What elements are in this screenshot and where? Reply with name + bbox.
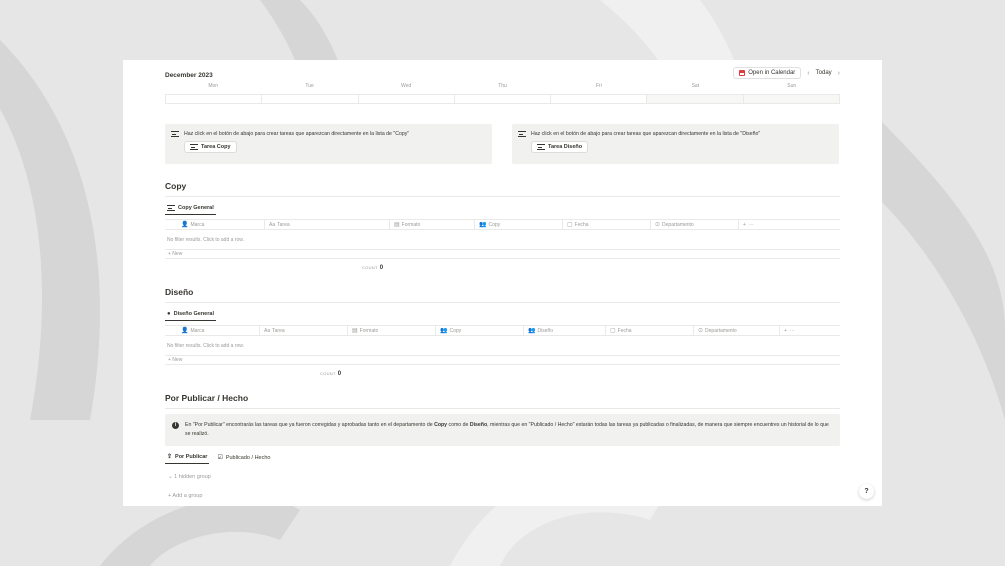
column-copy[interactable]: 👥 Copy	[475, 220, 563, 229]
diseno-view-tabs: ● Diseño General	[165, 309, 840, 321]
calendar-icon: ▢	[567, 222, 573, 228]
calendar-days: Mon Tue Wed Thu Fri Sat Sun	[165, 83, 840, 89]
tab-por-publicar[interactable]: ⇪ Por Publicar	[165, 453, 210, 464]
copy-callout-text: Haz click en el botón de abajo para crea…	[184, 131, 410, 137]
relation-icon: ⊙	[698, 328, 704, 334]
column-copy[interactable]: 👥 Copy	[436, 326, 524, 335]
design-icon	[518, 131, 526, 137]
calendar-cell[interactable]	[550, 95, 646, 103]
column-formato[interactable]: ▤ Formato	[390, 220, 475, 229]
copy-heading: Copy	[165, 181, 187, 191]
calendar-header: December 2023 Open in Calendar ‹ Today ›	[165, 67, 840, 82]
divider	[165, 302, 840, 303]
calendar-cell[interactable]	[646, 95, 743, 103]
prev-month-arrow[interactable]: ‹	[807, 70, 809, 77]
tab-copy-general[interactable]: Copy General	[165, 205, 216, 215]
copy-view-tabs: Copy General	[165, 203, 840, 215]
help-button[interactable]: ?	[859, 484, 874, 499]
diseno-empty-message[interactable]: No filter results. Click to add a row.	[167, 343, 244, 349]
calendar-cell[interactable]	[165, 95, 261, 103]
upload-icon: ⇪	[167, 454, 173, 460]
column-departamento[interactable]: ⊙ Departamento	[651, 220, 739, 229]
day-label: Mon	[208, 83, 219, 89]
calendar-grid	[165, 94, 840, 104]
diseno-count: COUNT 0	[320, 371, 342, 377]
column-tarea[interactable]: Aa Tarea	[260, 326, 348, 335]
text-icon: Aa	[269, 221, 276, 228]
column-marca[interactable]: 👤 Marca	[165, 326, 260, 335]
tab-publicado-hecho[interactable]: ☑ Publicado / Hecho	[215, 454, 272, 464]
divider	[165, 196, 840, 197]
calendar-icon	[739, 70, 746, 76]
tarea-copy-button[interactable]: Tarea Copy	[184, 141, 237, 153]
publicar-info-callout: i En "Por Publicar" encontrarás las tare…	[165, 414, 840, 446]
calendar-cell[interactable]	[453, 95, 550, 103]
copy-new-row-button[interactable]: + New	[165, 249, 840, 259]
day-label: Tue	[305, 83, 314, 89]
calendar-cell[interactable]	[742, 95, 840, 103]
day-label: Fri	[595, 83, 602, 89]
column-formato[interactable]: ▤ Formato	[348, 326, 436, 335]
file-icon: ▤	[352, 328, 358, 334]
column-departamento[interactable]: ⊙ Departamento	[694, 326, 780, 335]
publicar-view-tabs: ⇪ Por Publicar ☑ Publicado / Hecho	[165, 452, 840, 464]
column-tarea[interactable]: Aa Tarea	[265, 220, 390, 229]
people-icon: 👥	[528, 328, 536, 334]
people-icon: 👥	[479, 222, 487, 228]
column-diseno[interactable]: 👥 Diseño	[524, 326, 606, 335]
publicar-heading: Por Publicar / Hecho	[165, 393, 249, 403]
day-label: Sun	[787, 83, 797, 89]
tab-diseno-general[interactable]: ● Diseño General	[165, 311, 216, 321]
day-label: Sat	[691, 83, 700, 89]
copy-callout: Haz click en el botón de abajo para crea…	[165, 124, 492, 164]
column-fecha[interactable]: ▢ Fecha	[563, 220, 651, 229]
info-icon: i	[172, 422, 179, 429]
copy-count: COUNT 0	[362, 265, 384, 271]
tarea-diseno-button[interactable]: Tarea Diseño	[531, 141, 589, 153]
today-button[interactable]: Today	[816, 70, 832, 76]
next-month-arrow[interactable]: ›	[838, 70, 840, 77]
copy-empty-message[interactable]: No filter results. Click to add a row.	[167, 237, 244, 243]
calendar-cell[interactable]	[357, 95, 454, 103]
day-label: Thu	[498, 83, 507, 89]
calendar-month: December 2023	[165, 71, 213, 79]
checklist-icon	[171, 131, 179, 137]
day-label: Wed	[400, 83, 412, 89]
relation-icon: ⊙	[655, 222, 661, 228]
diseno-callout: Haz click en el botón de abajo para crea…	[512, 124, 839, 164]
checklist-icon	[167, 205, 175, 211]
add-group-button[interactable]: + Add a group	[168, 493, 202, 499]
person-icon: 👤	[181, 222, 189, 228]
column-fecha[interactable]: ▢ Fecha	[606, 326, 694, 335]
calendar-icon: ▢	[610, 328, 616, 334]
diseno-callout-text: Haz click en el botón de abajo para crea…	[531, 131, 761, 137]
diseno-new-row-button[interactable]: + New	[165, 355, 840, 365]
add-column-button[interactable]: + ···	[739, 220, 754, 229]
copy-table-header: 👤 Marca Aa Tarea ▤ Formato 👥 Copy ▢ Fecha ⊙ De…	[165, 219, 840, 230]
palette-icon: ●	[167, 311, 171, 317]
diseno-table-header: 👤 Marca Aa Tarea ▤ Formato 👥 Copy 👥 Diseño ▢ F…	[165, 325, 840, 336]
person-icon: 👤	[181, 328, 189, 334]
text-icon: Aa	[264, 327, 271, 334]
checklist-icon	[190, 144, 198, 150]
divider	[165, 408, 840, 409]
open-in-calendar-button[interactable]: Open in Calendar	[733, 67, 802, 79]
calendar-cell[interactable]	[261, 95, 357, 103]
add-column-button[interactable]: + ···	[780, 326, 795, 335]
hidden-group-toggle[interactable]: ⌄ 1 hidden group	[168, 474, 211, 480]
notion-page: December 2023 Open in Calendar ‹ Today ›…	[123, 60, 882, 506]
diseno-heading: Diseño	[165, 287, 194, 297]
column-marca[interactable]: 👤 Marca	[165, 220, 265, 229]
people-icon: 👥	[440, 328, 448, 334]
checklist-icon	[537, 144, 545, 150]
file-icon: ▤	[394, 222, 400, 228]
checkbox-icon: ☑	[217, 455, 223, 461]
